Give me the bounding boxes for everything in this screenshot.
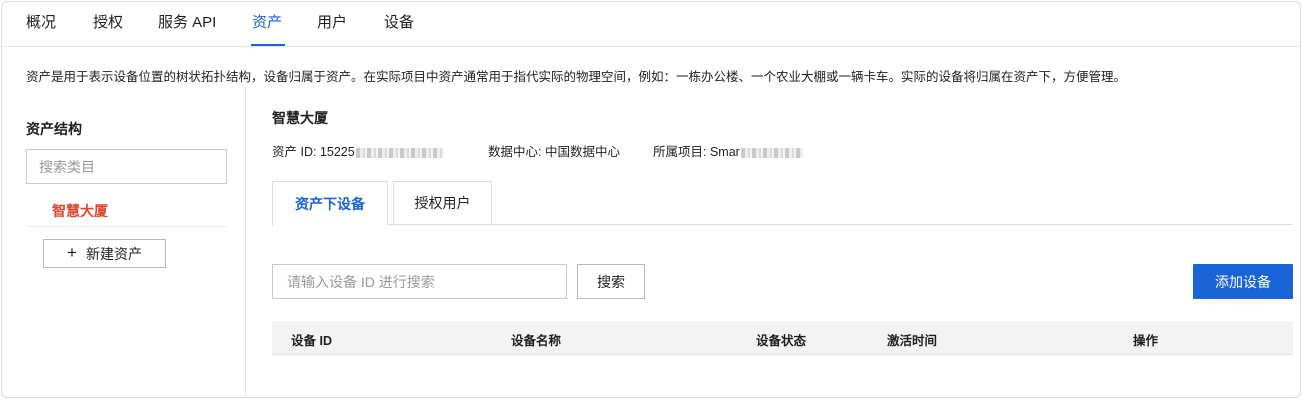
project-value: Smar	[709, 145, 740, 159]
device-id-search-input[interactable]	[273, 265, 566, 298]
datacenter-info: 数据中心: 中国数据中心	[488, 141, 620, 160]
search-button[interactable]: 搜索	[577, 264, 645, 299]
page-description: 资产是用于表示设备位置的树状拓扑结构，设备归属于资产。在实际项目中资产通常用于指…	[26, 70, 1127, 84]
asset-structure-title: 资产结构	[26, 121, 82, 137]
device-table-header: 设备 ID 设备名称 设备状态 激活时间 操作	[272, 321, 1293, 355]
nav-tab-assets[interactable]: 资产	[252, 2, 282, 46]
category-search-box	[26, 149, 227, 184]
asset-id-label: 资产 ID:	[272, 145, 320, 159]
column-device-id: 设备 ID	[291, 334, 332, 348]
asset-id-info: 资产 ID: 15225	[272, 141, 444, 160]
column-actions: 操作	[1133, 334, 1159, 348]
asset-management-panel: 概况 授权 服务 API 资产 用户 设备 资产是用于表示设备位置的树状拓扑结构…	[1, 1, 1301, 398]
active-tab-indicator	[251, 44, 285, 46]
asset-id-value: 15225	[319, 145, 355, 159]
top-navigation: 概况 授权 服务 API 资产 用户 设备	[2, 2, 1300, 47]
nav-tab-authorization[interactable]: 授权	[93, 2, 123, 46]
project-info: 所属项目: Smar	[653, 141, 803, 160]
column-activation-time: 激活时间	[887, 334, 938, 348]
nav-tab-service-api[interactable]: 服务 API	[158, 2, 216, 46]
plus-icon: +	[67, 243, 77, 262]
asset-structure-panel: 资产结构 智慧大厦 + 新建资产	[2, 87, 246, 397]
tab-asset-devices[interactable]: 资产下设备	[272, 181, 388, 226]
category-search-input[interactable]	[27, 150, 226, 183]
asset-title: 智慧大厦	[272, 110, 328, 126]
project-label: 所属项目:	[653, 145, 710, 159]
new-asset-button[interactable]: + 新建资产	[43, 239, 166, 268]
column-device-status: 设备状态	[756, 334, 807, 348]
add-device-button[interactable]: 添加设备	[1193, 264, 1293, 299]
asset-detail-tabs: 资产下设备 授权用户	[272, 181, 1292, 226]
nav-tab-devices[interactable]: 设备	[384, 2, 414, 46]
tab-authorized-users[interactable]: 授权用户	[393, 181, 492, 225]
datacenter-label: 数据中心:	[488, 145, 545, 159]
redacted-blur	[740, 147, 803, 158]
nav-tab-overview[interactable]: 概况	[26, 2, 56, 46]
device-search-box	[272, 264, 567, 299]
datacenter-value: 中国数据中心	[544, 145, 620, 159]
tree-node-label: 智慧大厦	[52, 203, 108, 219]
nav-tab-users[interactable]: 用户	[317, 2, 347, 46]
redacted-blur	[355, 147, 444, 158]
column-device-name: 设备名称	[511, 334, 562, 348]
tree-node-selected[interactable]: 智慧大厦	[26, 195, 226, 227]
new-asset-label: 新建资产	[85, 245, 142, 262]
